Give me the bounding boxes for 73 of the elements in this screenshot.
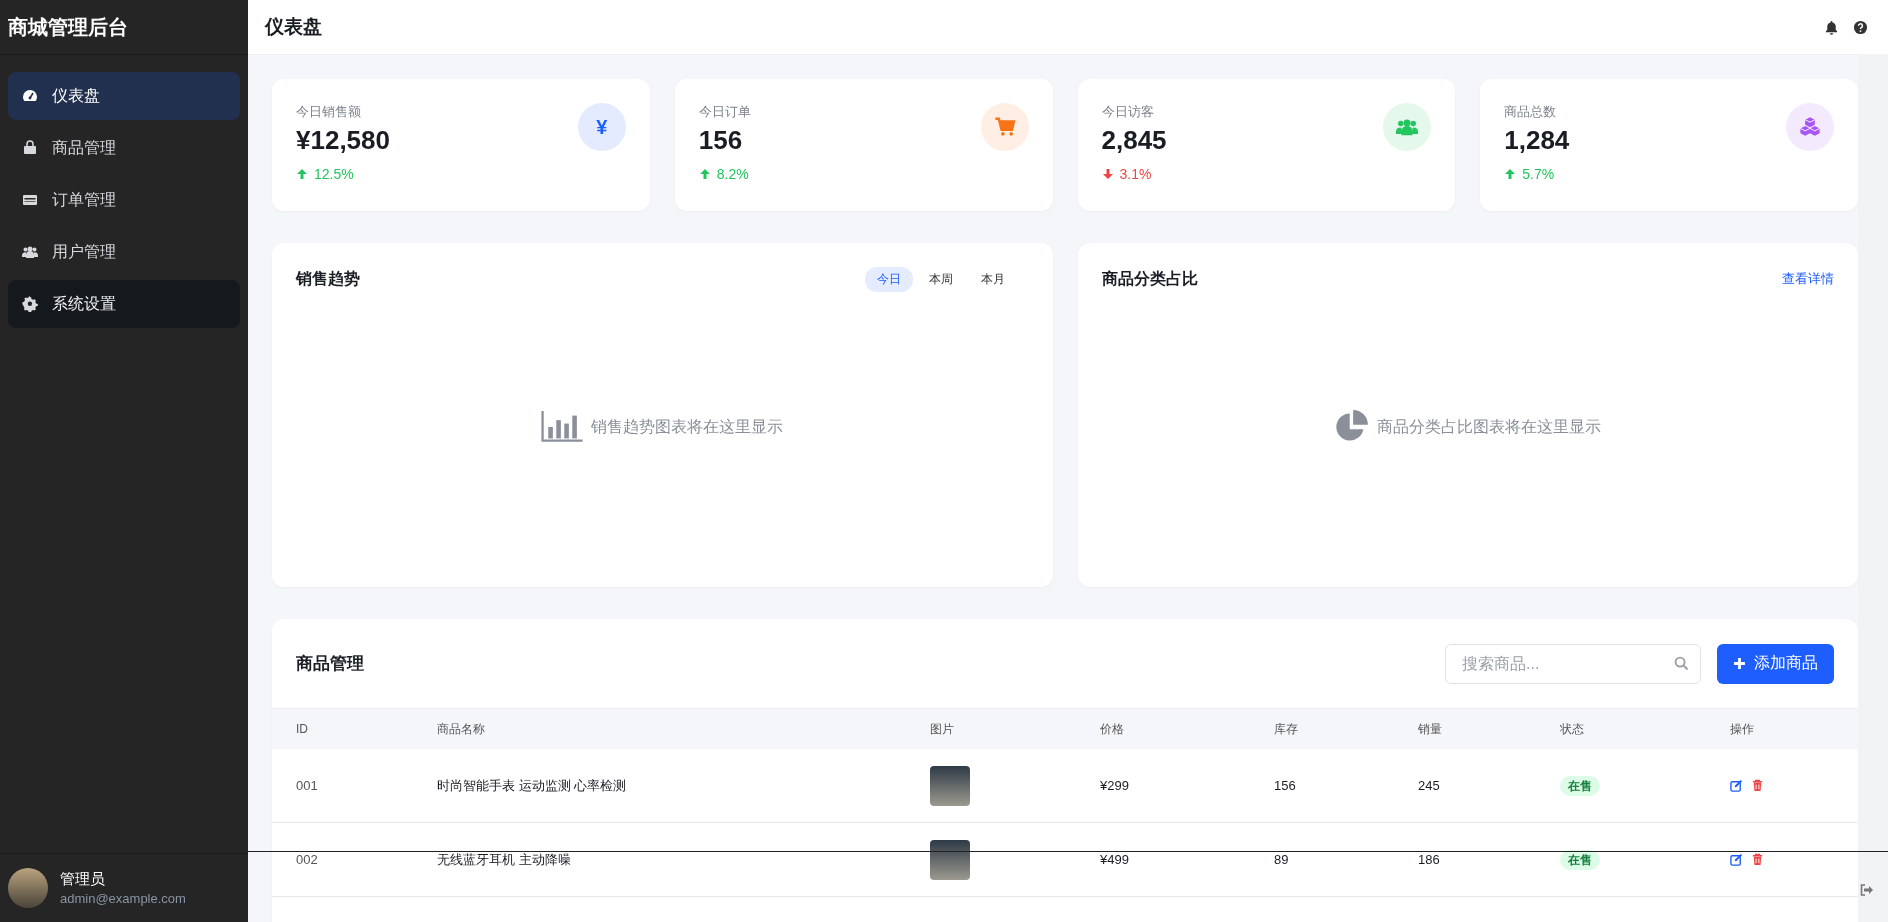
avatar-photo-placeholder xyxy=(8,868,48,908)
sidebar-item[interactable]: 商品管理 xyxy=(8,124,240,172)
column-header: ID xyxy=(296,722,309,736)
user-email: admin@example.com xyxy=(60,891,186,906)
users-icon xyxy=(22,244,38,260)
plus-icon xyxy=(1733,657,1746,670)
stat-change: 3.1% xyxy=(1119,166,1152,182)
period-tab[interactable]: 本周 xyxy=(916,266,965,292)
chart-placeholder-text: 销售趋势图表将在这里显示 xyxy=(591,416,784,437)
stat-label: 今日访客 xyxy=(1101,103,1155,121)
bar-chart-icon xyxy=(541,411,584,443)
table-cell-text: 156 xyxy=(1274,778,1297,793)
card-icon xyxy=(22,192,38,208)
status-tag: 在售 xyxy=(1560,850,1600,870)
logout-icon[interactable] xyxy=(1860,884,1874,896)
period-tab[interactable]: 今日 xyxy=(864,266,913,292)
stat-value: ¥12,580 xyxy=(296,125,390,156)
sidebar-item[interactable]: 用户管理 xyxy=(8,228,240,276)
view-details-link[interactable]: 查看详情 xyxy=(1782,270,1834,288)
table-cell-text: 186 xyxy=(1418,852,1441,867)
bell-icon[interactable] xyxy=(1824,19,1839,35)
table-cell-text: ¥299 xyxy=(1100,778,1130,793)
help-icon[interactable] xyxy=(1853,19,1868,35)
settings-icon xyxy=(22,296,38,312)
search-field[interactable]: 搜索商品... xyxy=(1445,643,1701,684)
stat-value: 156 xyxy=(698,125,744,156)
product-photo-placeholder xyxy=(930,765,970,806)
delete-icon[interactable] xyxy=(1751,779,1764,792)
table-cell-text: 89 xyxy=(1274,852,1290,867)
add-product-button[interactable]: 添加商品 xyxy=(1717,643,1834,684)
chart-placeholder-text: 商品分类占比图表将在这里显示 xyxy=(1376,416,1601,437)
table-cell-text: 245 xyxy=(1418,778,1441,793)
table-cell-text: 001 xyxy=(296,778,319,793)
stat-change: 8.2% xyxy=(716,166,749,182)
product-photo-placeholder xyxy=(930,839,970,880)
sidebar-item[interactable]: 系统设置 xyxy=(8,280,240,328)
sidebar-item[interactable]: 订单管理 xyxy=(8,176,240,224)
search-icon xyxy=(1674,655,1689,671)
period-tab[interactable]: 本月 xyxy=(968,266,1017,292)
stat-icon-circle: ¥ xyxy=(577,103,626,151)
stat-label: 今日订单 xyxy=(698,103,751,121)
pie-chart-icon xyxy=(1334,410,1369,444)
stat-value: 2,845 xyxy=(1101,125,1167,156)
cart-icon xyxy=(993,116,1016,138)
column-header: 销量 xyxy=(1418,720,1443,738)
table-cell-text: ¥499 xyxy=(1100,852,1130,867)
chart-title: 销售趋势 xyxy=(296,268,360,289)
cubes-icon xyxy=(1799,116,1821,138)
edit-icon[interactable] xyxy=(1730,853,1743,866)
column-header: 价格 xyxy=(1100,720,1125,738)
section-title: 商品管理 xyxy=(296,653,364,675)
column-header: 操作 xyxy=(1730,720,1755,738)
user-name: 管理员 xyxy=(60,870,106,889)
column-header: 图片 xyxy=(930,720,955,738)
status-tag: 在售 xyxy=(1560,776,1600,796)
stat-change: 5.7% xyxy=(1522,166,1555,182)
chart-title: 商品分类占比 xyxy=(1101,268,1198,289)
column-header: 库存 xyxy=(1274,720,1299,738)
page-title: 仪表盘 xyxy=(265,15,322,39)
table-cell-text: 时尚智能手表 运动监测 心率检测 xyxy=(437,776,628,795)
stat-label: 今日销售额 xyxy=(296,103,362,121)
stat-change: 12.5% xyxy=(314,166,354,182)
table-cell-text: 002 xyxy=(296,852,319,867)
edit-icon[interactable] xyxy=(1730,779,1743,792)
table-cell-text: 无线蓝牙耳机 主动降噪 xyxy=(437,850,572,869)
gauge-icon xyxy=(22,88,38,104)
stat-label: 商品总数 xyxy=(1504,103,1558,121)
column-header: 状态 xyxy=(1560,720,1585,738)
brand-title: 商城管理后台 xyxy=(8,14,128,40)
sidebar-item[interactable]: 仪表盘 xyxy=(8,72,240,120)
column-header: 商品名称 xyxy=(437,720,486,738)
stat-value: 1,284 xyxy=(1504,125,1570,156)
delete-icon[interactable] xyxy=(1751,853,1764,866)
